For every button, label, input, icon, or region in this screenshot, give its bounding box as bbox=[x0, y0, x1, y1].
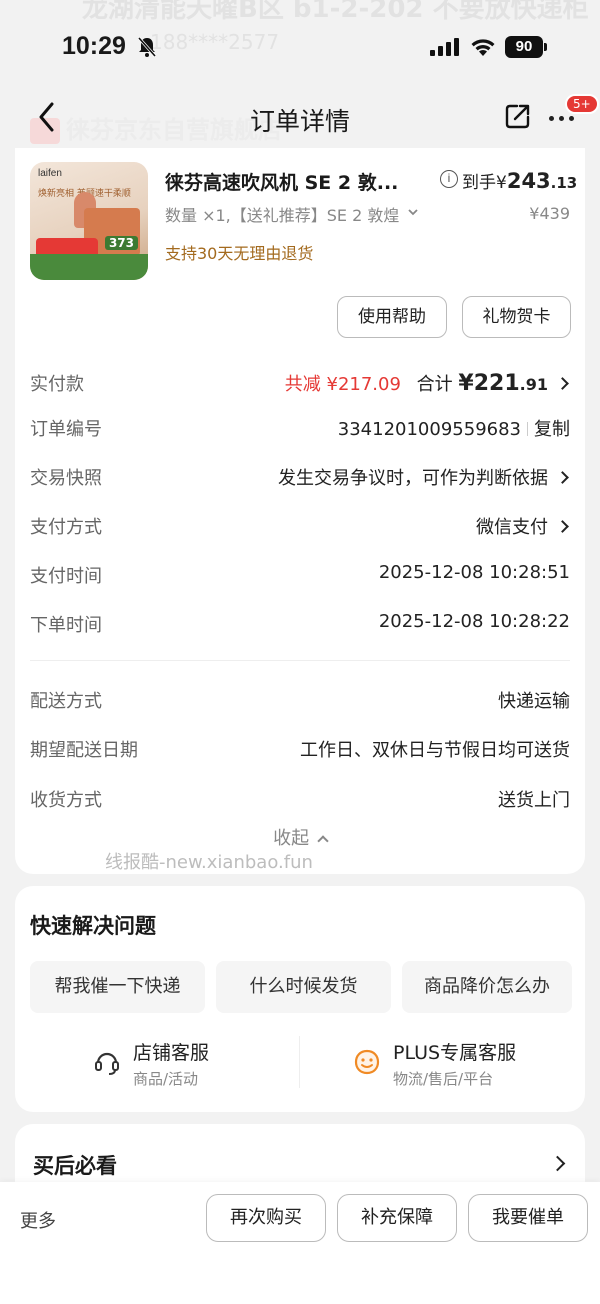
quick-chip-price-drop[interactable]: 商品降价怎么办 bbox=[402, 961, 572, 1013]
divider bbox=[30, 660, 570, 661]
more-link[interactable]: 更多 bbox=[20, 1207, 56, 1233]
chevron-right-icon bbox=[556, 520, 569, 533]
gift-card-button[interactable]: 礼物贺卡 bbox=[462, 296, 571, 338]
pay-time-label: 支付时间 bbox=[30, 566, 102, 587]
expected-date-row: 期望配送日期 工作日、双休日与节假日均可送货 bbox=[30, 736, 570, 766]
urge-order-button[interactable]: 我要催单 bbox=[468, 1194, 588, 1242]
store-service-sub: 商品/活动 bbox=[133, 1070, 199, 1088]
watermark: 线报酷-new.xianbao.fun bbox=[105, 852, 313, 873]
order-time-row: 下单时间 2025-12-08 10:28:22 bbox=[30, 611, 570, 641]
discount-amount: 共减 ¥217.09 bbox=[284, 374, 401, 395]
product-image-brand: laifen bbox=[38, 168, 62, 179]
cellular-signal-icon bbox=[430, 38, 459, 56]
return-policy: 支持30天无理由退货 bbox=[165, 244, 314, 263]
pay-method-value: 微信支付 bbox=[476, 517, 548, 538]
info-icon[interactable]: i bbox=[440, 170, 458, 188]
bottom-action-bar: 更多 再次购买 补充保障 我要催单 bbox=[0, 1182, 600, 1304]
pay-method-label: 支付方式 bbox=[30, 517, 102, 538]
pay-time-row: 支付时间 2025-12-08 10:28:51 bbox=[30, 562, 570, 592]
usage-help-button[interactable]: 使用帮助 bbox=[337, 296, 447, 338]
expected-date-label: 期望配送日期 bbox=[30, 740, 138, 761]
store-service-name: 店铺客服 bbox=[133, 1042, 210, 1064]
chevron-down-icon[interactable] bbox=[407, 206, 419, 218]
delivery-label: 配送方式 bbox=[30, 691, 102, 712]
battery-indicator: 90 bbox=[505, 36, 547, 58]
status-bar: 10:29 90 bbox=[0, 0, 600, 96]
pay-time-value: 2025-12-08 10:28:51 bbox=[378, 562, 570, 583]
receive-value: 送货上门 bbox=[498, 790, 570, 811]
order-time-value: 2025-12-08 10:28:22 bbox=[378, 611, 570, 632]
order-number-label: 订单编号 bbox=[30, 419, 102, 440]
message-badge: 5+ bbox=[565, 94, 599, 114]
snapshot-row[interactable]: 交易快照 发生交易争议时，可作为判断依据 bbox=[30, 464, 570, 494]
paid-label: 实付款 bbox=[30, 374, 84, 395]
chevron-up-icon bbox=[317, 835, 329, 847]
original-price: ¥439 bbox=[529, 204, 570, 223]
receive-label: 收货方式 bbox=[30, 790, 102, 811]
collapse-button[interactable]: 收起 bbox=[15, 824, 585, 850]
quick-solve-card: 快速解决问题 帮我催一下快递 什么时候发货 商品降价怎么办 店铺客服 商品/活动… bbox=[15, 886, 585, 1112]
copy-button[interactable]: 复制 bbox=[534, 419, 570, 440]
smile-chat-icon bbox=[354, 1049, 380, 1075]
product-image-price: 373 bbox=[104, 236, 138, 250]
receive-row: 收货方式 送货上门 bbox=[30, 786, 570, 816]
headset-icon bbox=[95, 1052, 119, 1075]
quick-solve-title: 快速解决问题 bbox=[30, 914, 156, 938]
snapshot-label: 交易快照 bbox=[30, 468, 102, 489]
paid-row[interactable]: 实付款 共减 ¥217.09 合计 ¥221.91 bbox=[30, 370, 570, 400]
total-amount: 221 bbox=[473, 371, 520, 396]
rebuy-button[interactable]: 再次购买 bbox=[206, 1194, 326, 1242]
divider bbox=[299, 1036, 300, 1088]
product-image[interactable]: laifen 焕新亮相 兼顾速干柔顺 373 bbox=[30, 162, 148, 280]
nav-bar: 订单详情 bbox=[0, 90, 600, 146]
order-card: laifen 焕新亮相 兼顾速干柔顺 373 徕芬高速吹风机 SE 2 敦...… bbox=[15, 148, 585, 874]
expected-date-value: 工作日、双休日与节假日均可送货 bbox=[300, 740, 570, 761]
snapshot-value: 发生交易争议时，可作为判断依据 bbox=[278, 468, 548, 489]
final-price: 到手¥243.13 bbox=[462, 169, 578, 193]
chevron-right-icon bbox=[549, 1155, 566, 1172]
mute-bell-icon bbox=[137, 37, 157, 57]
order-time-label: 下单时间 bbox=[30, 615, 102, 636]
chevron-right-icon bbox=[556, 471, 569, 484]
status-time: 10:29 bbox=[62, 32, 126, 60]
product-title[interactable]: 徕芬高速吹风机 SE 2 敦... bbox=[165, 168, 415, 195]
order-number-row: 订单编号 3341201009559683 复制 bbox=[30, 415, 570, 445]
product-spec[interactable]: 数量 ×1,【送礼推荐】SE 2 敦煌 bbox=[165, 202, 415, 226]
paid-value: 共减 ¥217.09 合计 ¥221.91 bbox=[285, 370, 570, 396]
plus-service-sub: 物流/售后/平台 bbox=[393, 1070, 494, 1088]
chevron-right-icon bbox=[556, 377, 569, 390]
after-purchase-title: 买后必看 bbox=[33, 1154, 117, 1178]
pay-method-row[interactable]: 支付方式 微信支付 bbox=[30, 513, 570, 543]
plus-service-name: PLUS专属客服 bbox=[393, 1042, 517, 1064]
share-icon[interactable] bbox=[504, 102, 532, 130]
total-label: 合计 bbox=[416, 374, 453, 395]
add-protection-button[interactable]: 补充保障 bbox=[337, 1194, 457, 1242]
delivery-row: 配送方式 快递运输 bbox=[30, 687, 570, 717]
product-image-banner bbox=[30, 254, 148, 280]
wifi-icon bbox=[471, 39, 495, 56]
quick-chip-ship-time[interactable]: 什么时候发货 bbox=[216, 961, 391, 1013]
order-number-value: 3341201009559683 bbox=[337, 419, 521, 440]
quick-chip-urge-delivery[interactable]: 帮我催一下快递 bbox=[30, 961, 205, 1013]
delivery-value: 快递运输 bbox=[498, 691, 570, 712]
